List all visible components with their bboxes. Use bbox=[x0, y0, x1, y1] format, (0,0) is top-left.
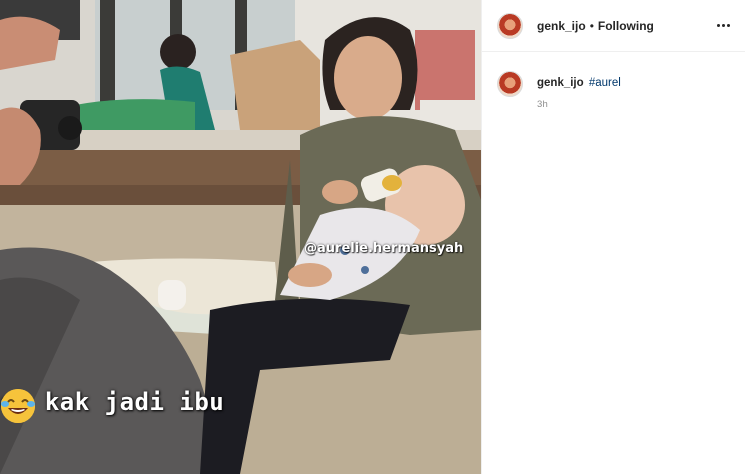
post-caption: genk_ijo #aurel 3h bbox=[482, 52, 745, 110]
header-username-link[interactable]: genk_ijo bbox=[537, 19, 586, 33]
avatar[interactable] bbox=[497, 12, 523, 39]
caption-avatar[interactable] bbox=[497, 71, 523, 97]
header-separator: • bbox=[589, 18, 594, 33]
post-header: genk_ijo • Following bbox=[482, 0, 745, 52]
hashtag-link[interactable]: #aurel bbox=[589, 77, 621, 89]
post-timestamp[interactable]: 3h bbox=[537, 99, 621, 110]
caption-username-link[interactable]: genk_ijo bbox=[537, 77, 584, 89]
mention-sticker[interactable]: @aurelie.hermansyah bbox=[300, 240, 467, 257]
photo-caption-overlay: ok kak jadi ibu bbox=[0, 388, 224, 423]
face-with-tears-of-joy-emoji bbox=[1, 389, 35, 423]
post-details-panel: genk_ijo • Following genk_ijo #aurel 3h bbox=[481, 0, 745, 474]
post-photo[interactable]: @aurelie.hermansyah ok kak jadi ibu bbox=[0, 0, 481, 474]
following-button[interactable]: Following bbox=[598, 19, 654, 33]
more-options-icon[interactable] bbox=[715, 18, 731, 34]
